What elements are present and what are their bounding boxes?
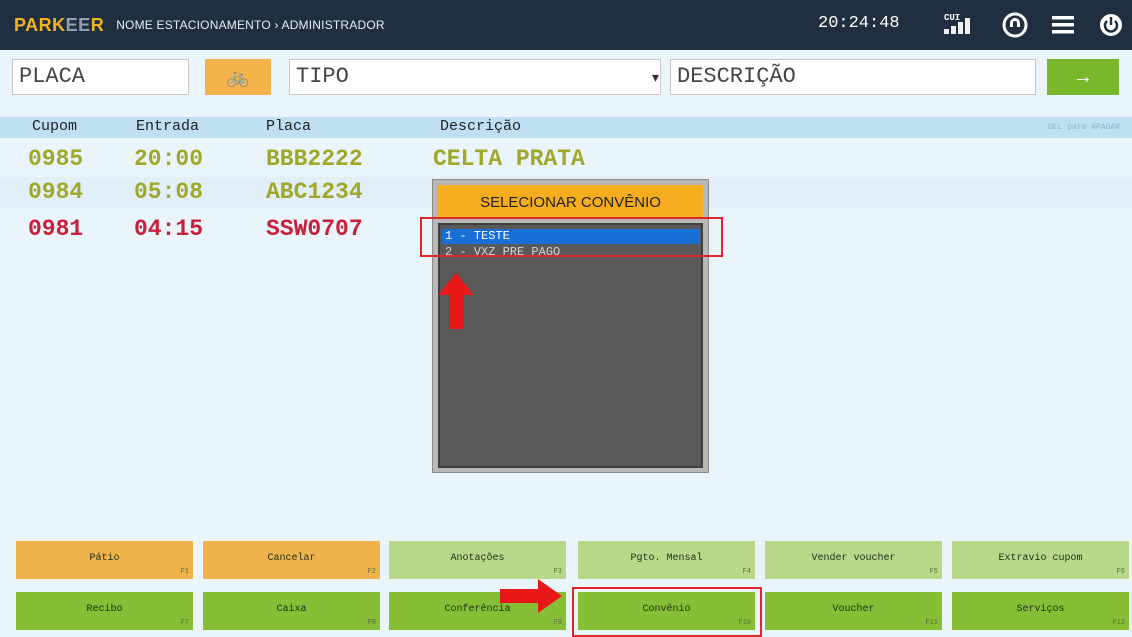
table-row[interactable]: 0985 20:00 BBB2222 CELTA PRATA (0, 144, 1132, 175)
table-header: Cupom Entrada Placa Descrição DEL para A… (0, 117, 1132, 138)
key-shortcut: F7 (180, 619, 189, 627)
bicycle-icon: 🚲 (226, 67, 250, 87)
clock: 20:24:48 (818, 14, 900, 33)
key-label: Pátio (89, 553, 120, 564)
cupom-cell: 0984 (28, 179, 84, 205)
col-cupom: Cupom (32, 118, 78, 135)
key-shortcut: F11 (925, 619, 938, 627)
key-shortcut: F5 (929, 568, 938, 576)
servicos-button[interactable]: Serviços F12 (952, 592, 1129, 630)
pgto-mensal-button[interactable]: Pgto. Mensal F4 (578, 541, 755, 579)
vender-voucher-button[interactable]: Vender voucher F5 (765, 541, 942, 579)
highlight-box (420, 217, 723, 257)
key-shortcut: F1 (180, 568, 189, 576)
cupom-cell: 0981 (28, 216, 84, 242)
entrada-cell: 05:08 (134, 179, 204, 205)
voucher-button[interactable]: Voucher F11 (765, 592, 942, 630)
dropdown-arrow-icon: ▾ (652, 69, 660, 85)
menu-icon[interactable] (1048, 10, 1078, 40)
col-descricao: Descrição (440, 118, 522, 135)
input-row: PLACA 🚲 TIPO ▾ DESCRIÇÃO → (0, 54, 1132, 104)
delete-hint: DEL para APAGAR (1047, 123, 1120, 132)
key-label: Pgto. Mensal (630, 553, 703, 564)
cancelar-button[interactable]: Cancelar F2 (203, 541, 380, 579)
key-label: Recibo (86, 604, 123, 615)
entrada-cell: 04:15 (134, 216, 204, 242)
tipo-select[interactable]: TIPO (289, 59, 661, 95)
patio-button[interactable]: Pátio F1 (16, 541, 193, 579)
placa-input[interactable]: PLACA (12, 59, 189, 95)
placa-cell: ABC1234 (266, 179, 363, 205)
top-bar: PARKEER NOME ESTACIONAMENTO › ADMINISTRA… (0, 0, 1132, 50)
placa-cell: SSW0707 (266, 216, 363, 242)
logo-text-park: PARK (14, 14, 66, 35)
support-icon[interactable] (1000, 10, 1030, 40)
parkeer-logo: PARKEER (14, 15, 104, 36)
key-shortcut: F3 (553, 568, 562, 576)
key-label: Extravio cupom (998, 553, 1083, 564)
key-shortcut: F2 (367, 568, 376, 576)
key-shortcut: F6 (1116, 568, 1125, 576)
recibo-button[interactable]: Recibo F7 (16, 592, 193, 630)
extravio-cupom-button[interactable]: Extravio cupom F6 (952, 541, 1129, 579)
convenio-highlight-box (572, 587, 762, 637)
key-shortcut: F8 (367, 619, 376, 627)
submit-arrow-button[interactable]: → (1047, 59, 1119, 95)
right-arrow-annotation-icon (500, 579, 562, 613)
col-entrada: Entrada (136, 118, 200, 135)
anotacoes-button[interactable]: Anotações F3 (389, 541, 566, 579)
placa-cell: BBB2222 (266, 146, 363, 172)
up-arrow-annotation-icon (438, 273, 474, 329)
descricao-input[interactable]: DESCRIÇÃO (670, 59, 1036, 95)
col-placa: Placa (266, 118, 312, 135)
key-label: Caixa (276, 604, 307, 615)
signal-strength-icon: CUI (942, 12, 982, 40)
bicycle-toggle-button[interactable]: 🚲 (205, 59, 271, 95)
function-keys: Pátio F1 Cancelar F2 Anotações F3 Pgto. Men… (0, 541, 1132, 637)
dialog-title: SELECIONAR CONVÊNIO (438, 185, 703, 219)
key-label: Serviços (1016, 604, 1065, 615)
key-label: Voucher (832, 604, 875, 615)
logo-text-ee: EE (65, 14, 91, 35)
key-shortcut: F12 (1112, 619, 1125, 627)
entrada-cell: 20:00 (134, 146, 204, 172)
key-shortcut: F4 (742, 568, 751, 576)
convenio-list[interactable]: 1 - TESTE 2 - VXZ PRE PAGO (438, 223, 703, 468)
key-shortcut: F9 (553, 619, 562, 627)
descricao-cell: CELTA PRATA (433, 146, 585, 172)
breadcrumb: NOME ESTACIONAMENTO › ADMINISTRADOR (116, 18, 385, 32)
caixa-button[interactable]: Caixa F8 (203, 592, 380, 630)
key-label: Anotações (450, 553, 505, 564)
key-label: Vender voucher (811, 553, 896, 564)
logo-text-r: R (90, 14, 105, 35)
power-icon[interactable] (1096, 10, 1126, 40)
key-label: Cancelar (267, 553, 316, 564)
cupom-cell: 0985 (28, 146, 84, 172)
